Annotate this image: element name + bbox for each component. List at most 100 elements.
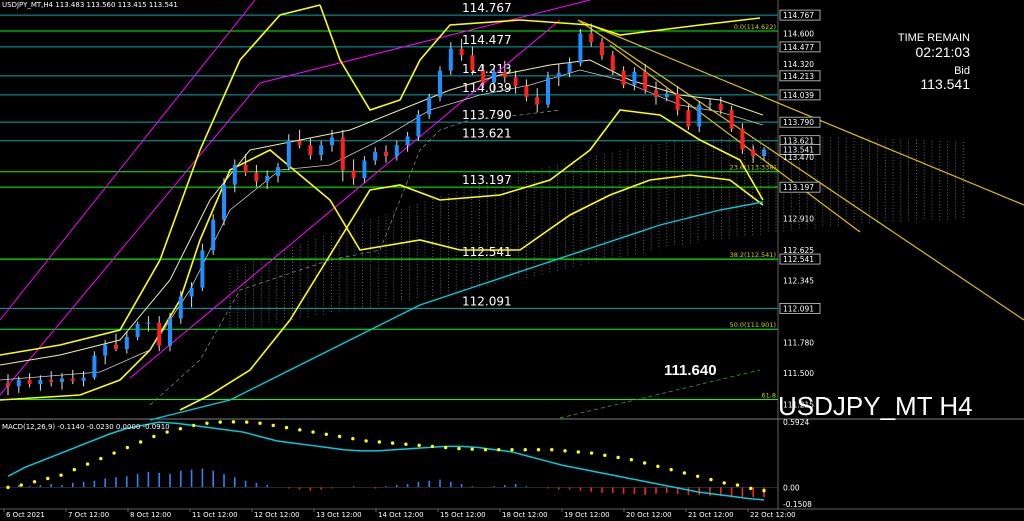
- signal-dot: [112, 451, 116, 455]
- y-tick-label: 114.039: [783, 91, 814, 100]
- candle-body: [686, 110, 691, 127]
- x-tick-label: 22 Oct 12:00: [750, 511, 796, 519]
- level-label: 113.621: [462, 127, 512, 141]
- signal-dot: [523, 448, 527, 452]
- signal-dot: [99, 456, 103, 461]
- price-chart[interactable]: 114.767 114.477 114.213 114.039 113.790 113.6…: [0, 0, 1024, 521]
- x-tick-label: 6 Oct 2021: [6, 511, 45, 519]
- candle-body: [643, 71, 648, 91]
- y-tick-label: 114.767: [783, 11, 814, 20]
- candle-body: [340, 137, 345, 171]
- fib-label: 23.6(113.338): [730, 164, 776, 172]
- time-remain-label: TIME REMAIN: [897, 32, 970, 44]
- signal-dot: [178, 427, 183, 431]
- level-label: 113.197: [462, 173, 512, 187]
- candle-body: [416, 114, 421, 137]
- candle-body: [567, 62, 572, 73]
- candle-body: [492, 71, 496, 83]
- y-tick-label: 112.091: [783, 304, 814, 313]
- candle-body: [405, 136, 410, 146]
- candle-body: [49, 379, 54, 382]
- signal-dot: [364, 439, 368, 443]
- candle-body: [654, 90, 658, 97]
- candle-body: [384, 151, 388, 157]
- candle-body: [92, 355, 97, 378]
- candle-body: [103, 344, 108, 356]
- y-tick-label: 111.500: [783, 369, 814, 378]
- candle-body: [729, 110, 734, 129]
- candle-body: [556, 72, 561, 78]
- candle-body: [200, 250, 205, 288]
- candle-body: [675, 93, 680, 111]
- signal-dot: [324, 432, 329, 436]
- candle-body: [135, 323, 140, 337]
- fib-label: 0.0(114.622): [734, 23, 776, 31]
- candle-body: [589, 33, 594, 43]
- level-label: 114.767: [462, 1, 512, 15]
- candle-body: [621, 70, 626, 85]
- candle-body: [470, 55, 475, 71]
- signal-dot: [536, 448, 541, 452]
- macd-tick-label: 0.00: [783, 483, 800, 492]
- signal-dot: [576, 450, 581, 454]
- y-tick-label: 113.790: [783, 118, 814, 127]
- candle-body: [718, 103, 723, 111]
- channel-line: [0, 0, 256, 321]
- signal-dot: [722, 481, 726, 485]
- x-tick-label: 20 Oct 12:00: [626, 511, 672, 519]
- candle-body: [427, 96, 432, 115]
- candle-body: [189, 287, 194, 297]
- signal-dot: [709, 477, 713, 482]
- upper-band: [319, 4, 761, 111]
- signal-dot: [152, 434, 156, 439]
- candle-body: [222, 184, 226, 220]
- signal-dot: [762, 488, 766, 493]
- x-tick-label: 18 Oct 12:00: [502, 511, 548, 519]
- signal-dot: [603, 453, 607, 457]
- ma-line: [0, 69, 764, 381]
- x-tick-label: 11 Oct 12:00: [192, 511, 238, 519]
- signal-dot: [749, 486, 753, 491]
- signal-dot: [351, 436, 355, 441]
- signal-dot: [735, 483, 740, 487]
- candle-body: [438, 70, 442, 97]
- candle-body: [297, 140, 302, 146]
- candle-body: [243, 164, 248, 173]
- candle-body: [373, 151, 378, 161]
- signal-dot: [125, 445, 130, 450]
- y-tick-label: 112.345: [783, 277, 814, 286]
- candle-body: [319, 145, 324, 156]
- x-tick-label: 8 Oct 12:00: [130, 511, 171, 519]
- candle-body: [168, 318, 172, 346]
- signal-dot: [245, 420, 249, 424]
- candle-body: [762, 149, 766, 157]
- signal-dot: [417, 443, 421, 448]
- signal-dot: [470, 447, 474, 451]
- ichimoku-cloud: [229, 137, 964, 330]
- candle-body: [330, 137, 334, 146]
- channel-line: [259, 0, 591, 84]
- signal-dot: [218, 420, 222, 424]
- signal-dot: [32, 480, 37, 484]
- candle-body: [124, 336, 129, 350]
- candle-body: [157, 322, 162, 346]
- signal-dot: [390, 441, 395, 445]
- signal-dot: [497, 448, 501, 452]
- fib-label: 61.8: [762, 391, 776, 399]
- candle-body: [502, 71, 507, 78]
- candle-body: [308, 145, 313, 156]
- candle-body: [751, 149, 756, 157]
- x-tick-label: 12 Oct 12:00: [254, 511, 300, 519]
- candle-body: [600, 42, 604, 56]
- signal-dot: [430, 444, 435, 449]
- candle-body: [211, 219, 216, 251]
- signal-dot: [589, 451, 594, 455]
- candle-body: [664, 93, 669, 97]
- signal-dot: [457, 446, 461, 451]
- macd-line: [7, 421, 765, 501]
- time-remain-value: 02:21:03: [915, 44, 971, 60]
- candle-body: [70, 378, 75, 381]
- candle-body: [6, 383, 10, 387]
- signal-dot: [191, 423, 196, 428]
- signal-dot: [6, 485, 10, 490]
